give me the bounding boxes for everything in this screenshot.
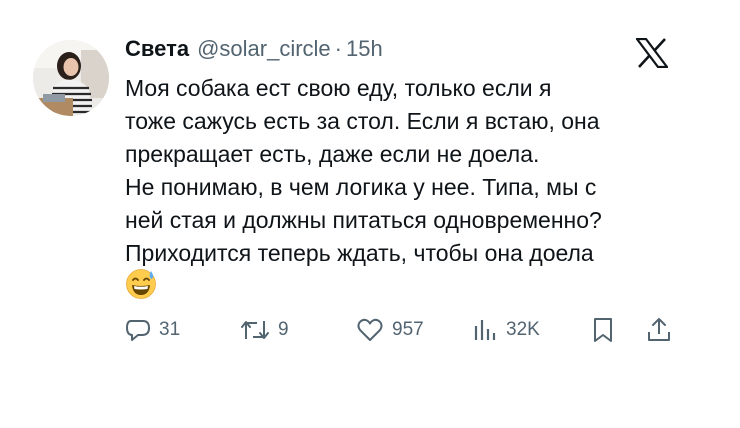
- tweet-text-line: прекращает есть, даже если не доела.: [125, 141, 540, 167]
- grinning-sweat-emoji-icon: [125, 268, 157, 300]
- tweet-text-line: Приходится теперь ждать, чтобы она доела: [125, 240, 594, 266]
- x-logo-icon[interactable]: [634, 37, 670, 69]
- repost-icon: [241, 321, 269, 339]
- author-handle[interactable]: @solar_circle: [197, 36, 331, 62]
- share-button[interactable]: [646, 312, 672, 348]
- bookmark-icon: [594, 318, 612, 342]
- views-button[interactable]: 32K: [472, 312, 540, 348]
- share-icon: [648, 318, 670, 341]
- repost-button[interactable]: 9: [240, 312, 289, 348]
- tweet-text: Моя собака ест свою еду, только если я т…: [125, 72, 705, 270]
- reply-button[interactable]: 31: [125, 312, 180, 348]
- avatar[interactable]: [33, 40, 109, 116]
- tweet-text-line: тоже сажусь есть за стол. Если я встаю, …: [125, 108, 600, 134]
- views-count: 32K: [506, 319, 540, 340]
- tweet-actions: 31 9 957 32K: [0, 312, 740, 348]
- views-icon: [474, 320, 496, 340]
- author-name[interactable]: Света: [125, 36, 189, 62]
- tweet-timestamp[interactable]: 15h: [346, 36, 383, 62]
- reply-count: 31: [159, 319, 181, 340]
- like-count: 957: [392, 319, 424, 340]
- heart-icon: [357, 318, 383, 341]
- bookmark-button[interactable]: [591, 312, 615, 348]
- tweet-card: Света @solar_circle · 15h Моя собака ест…: [0, 0, 740, 428]
- reply-icon: [126, 320, 150, 341]
- avatar-image: [33, 40, 109, 116]
- tweet-header: Света @solar_circle · 15h: [125, 36, 383, 66]
- tweet-text-line: Не понимаю, в чем логика у нее. Типа, мы…: [125, 174, 597, 200]
- tweet-text-line: Моя собака ест свою еду, только если я: [125, 75, 552, 101]
- like-button[interactable]: 957: [356, 312, 424, 348]
- header-separator: ·: [334, 36, 342, 61]
- repost-count: 9: [278, 319, 289, 340]
- tweet-text-line: ней стая и должны питаться одновременно?: [125, 207, 602, 233]
